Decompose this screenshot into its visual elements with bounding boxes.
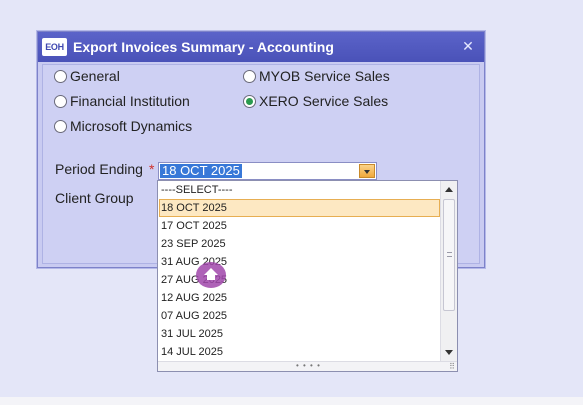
period-option[interactable]: 07 AUG 2025 — [159, 307, 440, 325]
period-ending-text: Period Ending — [55, 161, 143, 177]
radio-general[interactable]: General — [54, 67, 120, 85]
dialog-title: Export Invoices Summary - Accounting — [73, 39, 334, 55]
radio-label-dynamics: Microsoft Dynamics — [70, 118, 193, 134]
radio-xero-service-sales[interactable]: XERO Service Sales — [243, 92, 388, 110]
dropdown-arrow-icon[interactable] — [359, 164, 375, 178]
resize-dots-icon: • • • • — [296, 361, 321, 370]
radio-label-general: General — [70, 68, 120, 84]
home-cursor-icon — [196, 262, 226, 288]
period-option[interactable]: 23 SEP 2025 — [159, 235, 440, 253]
period-option[interactable]: 14 JUL 2025 — [159, 343, 440, 361]
scrollbar-thumb[interactable] — [443, 199, 455, 311]
period-option[interactable]: ----SELECT---- — [159, 181, 440, 199]
client-group-text: Client Group — [55, 190, 134, 206]
radio-circle-icon[interactable] — [243, 69, 256, 83]
period-ending-select[interactable]: 18 OCT 2025 — [158, 162, 377, 180]
radio-circle-icon[interactable] — [54, 119, 67, 133]
period-ending-value[interactable]: 18 OCT 2025 — [160, 164, 242, 178]
dialog-titlebar[interactable]: EOH Export Invoices Summary - Accounting… — [38, 32, 484, 62]
radio-label-myob: MYOB Service Sales — [259, 68, 390, 84]
close-icon[interactable]: ✕ — [460, 38, 476, 54]
dropdown-scrollbar[interactable] — [440, 181, 457, 361]
period-option[interactable]: 31 JUL 2025 — [159, 325, 440, 343]
app-logo: EOH — [42, 38, 67, 56]
period-option[interactable]: 12 AUG 2025 — [159, 289, 440, 307]
radio-circle-icon[interactable] — [54, 94, 67, 108]
page-footer-strip — [0, 397, 583, 405]
resize-grip-icon[interactable]: ⠿ — [449, 362, 455, 371]
radio-checked-icon[interactable] — [243, 94, 256, 108]
client-group-label: Client Group — [55, 190, 134, 206]
required-marker: * — [148, 161, 155, 177]
thumb-grip-icon — [447, 252, 452, 257]
period-option[interactable]: 17 OCT 2025 — [159, 217, 440, 235]
radio-microsoft-dynamics[interactable]: Microsoft Dynamics — [54, 117, 192, 135]
period-ending-label: Period Ending * — [55, 161, 154, 177]
radio-label-financial: Financial Institution — [70, 93, 190, 109]
scroll-down-icon[interactable] — [445, 350, 453, 355]
radio-circle-icon[interactable] — [54, 69, 67, 83]
radio-myob-service-sales[interactable]: MYOB Service Sales — [243, 67, 390, 85]
dropdown-resize-bar[interactable]: • • • • ⠿ — [158, 361, 457, 371]
radio-financial-institution[interactable]: Financial Institution — [54, 92, 190, 110]
scroll-up-icon[interactable] — [445, 187, 453, 192]
app-logo-text: EOH — [45, 42, 64, 52]
radio-label-xero: XERO Service Sales — [259, 93, 389, 109]
period-option-highlighted[interactable]: 18 OCT 2025 — [159, 199, 440, 217]
